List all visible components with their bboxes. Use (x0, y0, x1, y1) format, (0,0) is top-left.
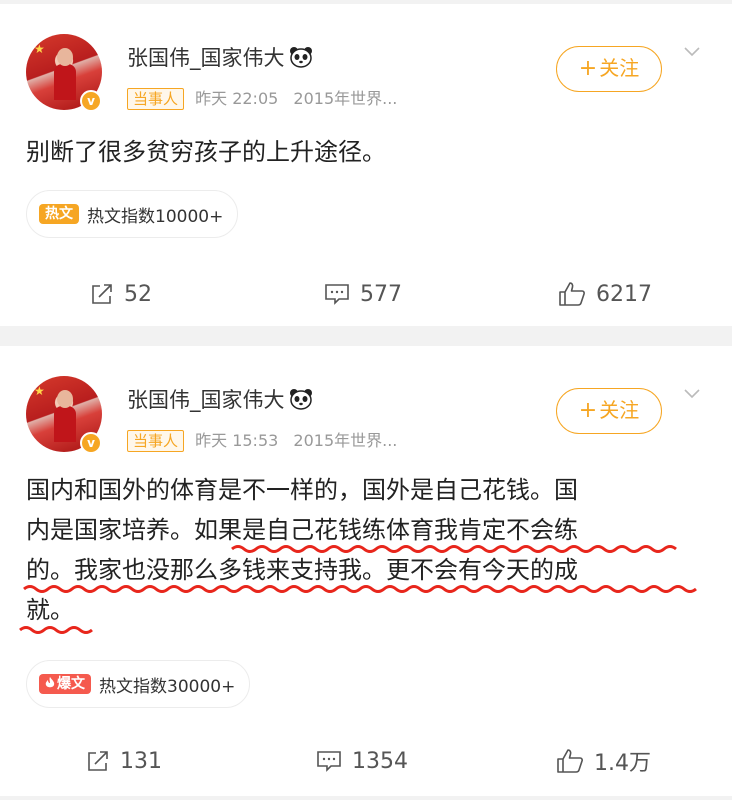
post-source: 2015年世界... (293, 89, 398, 108)
like-button[interactable]: 1.4万 (556, 741, 651, 781)
follow-label: 关注 (599, 398, 640, 422)
repost-count: 52 (124, 281, 152, 307)
repost-icon (88, 751, 108, 771)
hot-badge: 热文 (39, 204, 79, 224)
comment-count: 577 (360, 281, 402, 307)
post-content: 别断了很多贫穷孩子的上升途径。 (26, 132, 706, 172)
panda-emoji-icon (289, 46, 313, 68)
verified-v-icon: v (80, 432, 102, 454)
chevron-down-icon[interactable] (684, 44, 700, 60)
comment-icon (317, 751, 341, 772)
like-count: 6217 (596, 281, 652, 307)
hot-badge: 爆文 (39, 674, 91, 694)
follow-button[interactable]: + 关注 (556, 388, 662, 434)
hot-index-pill[interactable]: 爆文 热文指数30000+ (26, 660, 251, 708)
repost-button[interactable]: 131 (86, 741, 162, 781)
like-button[interactable]: 6217 (558, 274, 652, 314)
post-content: 国内和国外的体育是不一样的，国外是自己花钱。国 内是国家培养。如果是自己花钱练体… (26, 470, 706, 630)
follow-button[interactable]: + 关注 (556, 46, 662, 92)
hot-badge-label: 爆文 (57, 676, 85, 692)
repost-count: 131 (120, 748, 162, 774)
username[interactable]: 张国伟_国家伟大 (127, 42, 313, 72)
content-line: 内是国家培养。如果是自己花钱练体育我肯定不会练 (26, 516, 578, 544)
hot-index-pill[interactable]: 热文 热文指数10000+ (26, 190, 239, 238)
verified-v-icon: v (80, 90, 102, 112)
follow-label: 关注 (599, 56, 640, 80)
comment-count: 1354 (352, 748, 408, 774)
flag-star-icon: ★ (34, 42, 45, 56)
comment-icon (325, 284, 349, 305)
like-count: 1.4万 (594, 751, 651, 776)
content-line: 的。我家也没那么多钱来支持我。更不会有今天的成 (26, 556, 578, 584)
comment-button[interactable]: 1354 (316, 741, 408, 781)
repost-icon (92, 284, 112, 304)
hot-index-text: 热文指数30000+ (99, 676, 236, 697)
post-source: 2015年世界... (293, 431, 398, 450)
weibo-post-1: ★ v 张国伟_国家伟大 当事人 昨天 22:05 2015年世界... + 关注… (0, 4, 732, 326)
content-line: 别断了很多贫穷孩子的上升途径。 (26, 138, 386, 166)
comment-button[interactable]: 577 (324, 274, 402, 314)
action-bar: 52 577 6217 (0, 274, 732, 314)
post-meta: 当事人 昨天 15:53 2015年世界... (127, 427, 397, 452)
fire-icon (45, 677, 55, 688)
panda-emoji-icon (289, 388, 313, 410)
plus-icon: + (578, 56, 598, 81)
post-time: 昨天 22:05 (195, 89, 279, 108)
username-text[interactable]: 张国伟_国家伟大 (127, 46, 285, 70)
like-icon (557, 749, 583, 773)
content-line: 就。 (26, 596, 74, 624)
chevron-down-icon[interactable] (684, 386, 700, 402)
party-tag: 当事人 (127, 88, 185, 110)
weibo-post-2: ★ v 张国伟_国家伟大 当事人 昨天 15:53 2015年世界... + 关注… (0, 346, 732, 796)
hot-index-text: 热文指数10000+ (87, 206, 224, 227)
username[interactable]: 张国伟_国家伟大 (127, 384, 313, 414)
post-time: 昨天 15:53 (195, 431, 279, 450)
post-meta: 当事人 昨天 22:05 2015年世界... (127, 85, 397, 110)
like-icon (559, 282, 585, 306)
party-tag: 当事人 (127, 430, 185, 452)
plus-icon: + (578, 398, 598, 423)
repost-button[interactable]: 52 (90, 274, 152, 314)
username-text[interactable]: 张国伟_国家伟大 (127, 388, 285, 412)
content-line: 国内和国外的体育是不一样的，国外是自己花钱。国 (26, 476, 578, 504)
flag-star-icon: ★ (34, 384, 45, 398)
action-bar: 131 1354 1.4万 (0, 741, 732, 781)
